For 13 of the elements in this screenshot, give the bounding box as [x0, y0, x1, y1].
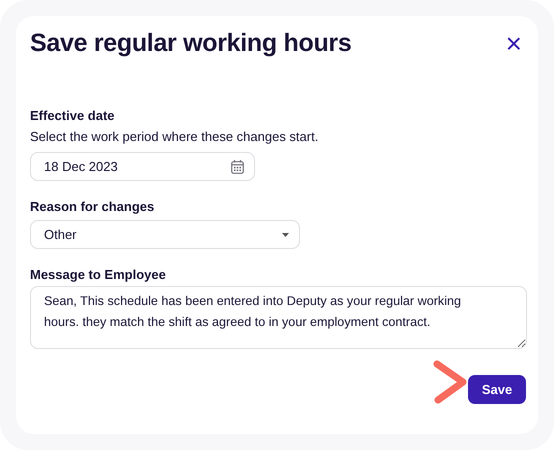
field-label: Effective date: [30, 107, 116, 125]
chevron-icon: [432, 360, 468, 404]
message-field[interactable]: Sean, This schedule has been entered into Deputy as your regular working hours. they match the shift as agreed to in your employment contract.: [30, 286, 527, 349]
calendar-icon: [231, 160, 244, 174]
caret-icon: [282, 232, 289, 236]
field-label: Message to Employee: [30, 266, 167, 284]
date-field[interactable]: 18 Dec 2023: [30, 152, 255, 181]
reason-select[interactable]: Other: [30, 220, 300, 249]
field-label: Reason for changes: [30, 198, 156, 216]
close-button[interactable]: ×: [502, 30, 526, 58]
save-button[interactable]: Save: [468, 375, 526, 404]
dialog-title: Save regular working hours: [30, 28, 352, 59]
field-hint: Select the work period where these changes start.: [30, 128, 320, 146]
